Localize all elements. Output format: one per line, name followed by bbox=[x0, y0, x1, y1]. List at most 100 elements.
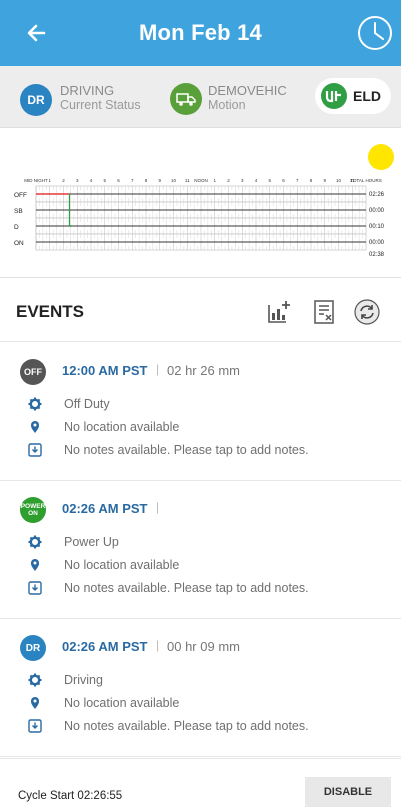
event-location-row: No location available bbox=[28, 420, 398, 438]
hour-label: 5 bbox=[103, 178, 106, 183]
hour-label: 4 bbox=[90, 178, 93, 183]
location-pin-icon bbox=[31, 421, 39, 433]
row-label: SB bbox=[14, 208, 23, 215]
event-time: 12:00 AM PST bbox=[62, 363, 148, 378]
event-location: No location available bbox=[64, 558, 180, 572]
driver-status: DRIVING Current Status bbox=[60, 83, 141, 113]
row-label: OFF bbox=[14, 192, 27, 199]
hour-label: 1 bbox=[213, 178, 216, 183]
hour-label: 10 bbox=[171, 178, 177, 183]
log-graph-area: MID NIGHT 1 2 3 4 5 6 7 8 9 10 11 NOON 1 2 3 4 5 6 7 8 9 10 11 T… bbox=[0, 128, 401, 278]
eld-label: ELD bbox=[353, 88, 381, 104]
event-notes: No notes available. Please tap to add no… bbox=[64, 581, 309, 595]
event-location: No location available bbox=[64, 696, 180, 710]
footer-bar: Cycle Start 02:26:55 DISABLE bbox=[0, 758, 401, 812]
hour-label: 8 bbox=[310, 178, 313, 183]
vehicle-badge bbox=[170, 83, 202, 115]
event-time: 02:26 AM PST bbox=[62, 501, 148, 516]
event-card[interactable]: OFF 12:00 AM PST | 02 hr 26 mm Off Duty … bbox=[0, 343, 401, 481]
truck-icon bbox=[176, 93, 196, 106]
event-type-row: Driving bbox=[28, 673, 398, 691]
hour-label: NOON bbox=[194, 178, 208, 183]
row-total: 02:38 bbox=[369, 252, 385, 258]
hour-label: 1 bbox=[48, 178, 51, 183]
driver-status-badge: DR bbox=[20, 84, 52, 116]
separator: | bbox=[156, 638, 160, 652]
hour-label: 2 bbox=[227, 178, 230, 183]
hour-label: 9 bbox=[323, 178, 326, 183]
location-pin-icon bbox=[31, 697, 39, 709]
event-badge: OFF bbox=[20, 359, 46, 385]
event-notes-row[interactable]: No notes available. Please tap to add no… bbox=[28, 443, 398, 461]
event-type-row: Off Duty bbox=[28, 397, 398, 415]
event-duration: 02 hr 26 mm bbox=[167, 363, 240, 378]
hour-label: 10 bbox=[336, 178, 342, 183]
vehicle-status: DEMOVEHIC Motion bbox=[208, 83, 287, 113]
event-duration: 00 hr 09 mm bbox=[167, 639, 240, 654]
eld-logo-icon bbox=[321, 83, 347, 109]
hour-label: 6 bbox=[282, 178, 285, 183]
row-total: 00:00 bbox=[369, 208, 385, 214]
event-notes: No notes available. Please tap to add no… bbox=[64, 443, 309, 457]
duty-status-graph[interactable]: MID NIGHT 1 2 3 4 5 6 7 8 9 10 11 NOON 1 2 3 4 5 6 7 8 9 10 11T… bbox=[14, 174, 394, 264]
separator: | bbox=[156, 500, 160, 514]
row-total: 00:00 bbox=[369, 240, 385, 246]
location-pin-icon bbox=[31, 559, 39, 571]
hour-label: MID NIGHT bbox=[24, 178, 48, 183]
hour-label: 2 bbox=[62, 178, 65, 183]
row-total: 02:26 bbox=[369, 192, 385, 198]
event-type: Power Up bbox=[64, 535, 119, 549]
hour-label: 4 bbox=[255, 178, 258, 183]
hour-label: 9 bbox=[158, 178, 161, 183]
status-bar: DR DRIVING Current Status DEMOVEHIC Moti… bbox=[0, 66, 401, 128]
note-icon bbox=[28, 443, 42, 457]
hour-label: 3 bbox=[241, 178, 244, 183]
separator: | bbox=[156, 362, 160, 376]
connection-indicator bbox=[368, 144, 394, 170]
vehicle-sub: Motion bbox=[208, 98, 246, 112]
event-type-row: Power Up bbox=[28, 535, 398, 553]
gear-icon bbox=[28, 397, 42, 411]
clock-icon[interactable] bbox=[356, 14, 394, 52]
hour-label: 7 bbox=[131, 178, 134, 183]
note-icon bbox=[28, 719, 42, 733]
gear-icon bbox=[28, 673, 42, 687]
hour-label: 6 bbox=[117, 178, 120, 183]
hour-label: 8 bbox=[145, 178, 148, 183]
top-bar: Mon Feb 14 bbox=[0, 0, 401, 66]
events-title: EVENTS bbox=[16, 302, 85, 321]
disable-button[interactable]: DISABLE bbox=[305, 777, 391, 807]
event-location-row: No location available bbox=[28, 558, 398, 576]
document-delete-icon[interactable] bbox=[311, 299, 337, 325]
event-notes-row[interactable]: No notes available. Please tap to add no… bbox=[28, 719, 398, 737]
event-card[interactable]: DR 02:26 AM PST | 00 hr 09 mm Driving No… bbox=[0, 619, 401, 757]
event-badge: DR bbox=[20, 635, 46, 661]
driver-status-sub: Current Status bbox=[60, 98, 141, 112]
cycle-start: Cycle Start 02:26:55 bbox=[18, 790, 123, 802]
hour-label: 11 bbox=[185, 178, 190, 183]
event-type: Driving bbox=[64, 673, 103, 687]
events-header: EVENTS bbox=[0, 280, 401, 342]
hour-label: 5 bbox=[268, 178, 271, 183]
event-notes-row[interactable]: No notes available. Please tap to add no… bbox=[28, 581, 398, 599]
hour-label: 7 bbox=[296, 178, 299, 183]
row-label: ON bbox=[14, 240, 24, 247]
hour-label: 3 bbox=[76, 178, 79, 183]
eld-button[interactable]: ELD bbox=[315, 78, 391, 114]
event-badge: POWER ON bbox=[20, 497, 46, 523]
sync-icon[interactable] bbox=[354, 299, 380, 325]
add-chart-icon[interactable] bbox=[266, 299, 292, 325]
row-total: 00:10 bbox=[369, 224, 385, 230]
gear-icon bbox=[28, 535, 42, 549]
event-type: Off Duty bbox=[64, 397, 110, 411]
event-time: 02:26 AM PST bbox=[62, 639, 148, 654]
event-location-row: No location available bbox=[28, 696, 398, 714]
event-card[interactable]: POWER ON 02:26 AM PST | Power Up No loca… bbox=[0, 481, 401, 619]
row-label: D bbox=[14, 224, 19, 231]
vehicle-name: DEMOVEHIC bbox=[208, 83, 287, 98]
hour-label: TOTAL HOURS bbox=[350, 178, 381, 183]
note-icon bbox=[28, 581, 42, 595]
driver-status-label: DRIVING bbox=[60, 83, 115, 98]
event-location: No location available bbox=[64, 420, 180, 434]
page-title: Mon Feb 14 bbox=[138, 20, 262, 45]
